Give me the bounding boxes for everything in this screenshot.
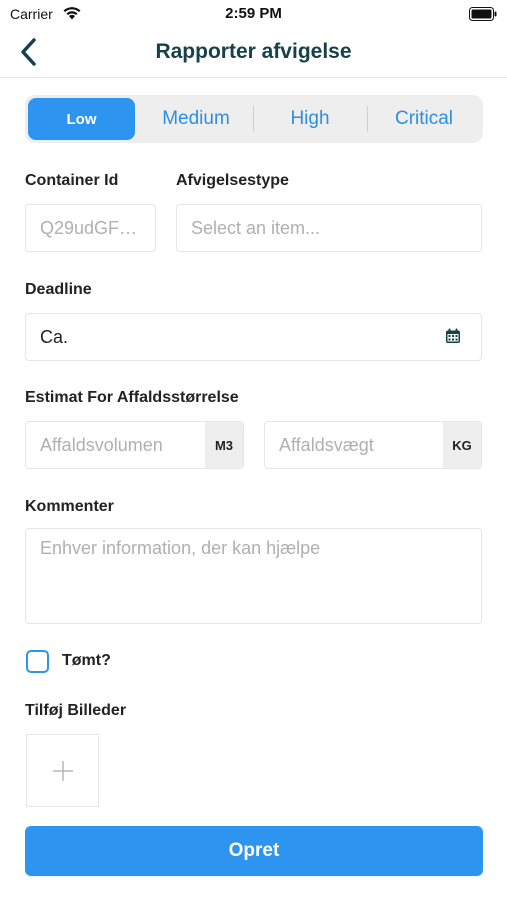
segment-divider bbox=[253, 106, 254, 132]
container-id-input[interactable]: Q29udGF… bbox=[25, 204, 156, 252]
segment-divider bbox=[367, 106, 368, 132]
photos-label: Tilføj Billeder bbox=[25, 702, 127, 719]
nav-bar: Rapporter afvigelse bbox=[0, 28, 507, 78]
weight-placeholder: Affaldsvægt bbox=[279, 434, 374, 455]
segment-medium[interactable]: Medium bbox=[141, 98, 251, 140]
page-title: Rapporter afvigelse bbox=[155, 40, 352, 63]
container-id-label: Container Id bbox=[25, 172, 119, 189]
priority-segmented-control: Low Medium High Critical bbox=[25, 95, 483, 143]
estimate-label: Estimat For Affaldsstørrelse bbox=[25, 389, 239, 406]
emptied-label: Tømt? bbox=[62, 652, 111, 669]
volume-input[interactable]: Affaldsvolumen M3 bbox=[25, 421, 244, 469]
comment-label: Kommenter bbox=[25, 498, 114, 515]
volume-placeholder: Affaldsvolumen bbox=[40, 434, 163, 455]
volume-unit: M3 bbox=[205, 422, 243, 468]
submit-button[interactable]: Opret bbox=[25, 826, 483, 876]
segment-low[interactable]: Low bbox=[28, 98, 135, 140]
battery-icon bbox=[469, 7, 497, 21]
deadline-label: Deadline bbox=[25, 281, 92, 298]
deviation-type-label: Afvigelsestype bbox=[176, 172, 289, 189]
status-bar: Carrier 2:59 PM bbox=[0, 0, 507, 28]
deadline-value: Ca. bbox=[40, 326, 69, 347]
calendar-icon[interactable] bbox=[445, 328, 461, 344]
deviation-type-select[interactable]: Select an item... bbox=[176, 204, 482, 252]
deadline-field[interactable]: Ca. bbox=[25, 313, 482, 361]
add-photo-button[interactable] bbox=[26, 734, 99, 807]
clock: 2:59 PM bbox=[225, 5, 282, 22]
weight-unit: KG bbox=[443, 422, 481, 468]
container-id-placeholder: Q29udGF… bbox=[40, 217, 138, 238]
comment-textarea[interactable]: Enhver information, der kan hjælpe bbox=[25, 528, 482, 624]
plus-icon bbox=[53, 761, 73, 781]
deviation-type-placeholder: Select an item... bbox=[191, 217, 321, 238]
comment-placeholder: Enhver information, der kan hjælpe bbox=[40, 538, 321, 558]
segment-high[interactable]: High bbox=[255, 98, 365, 140]
weight-input[interactable]: Affaldsvægt KG bbox=[264, 421, 482, 469]
segment-critical[interactable]: Critical bbox=[369, 98, 479, 140]
emptied-checkbox[interactable] bbox=[26, 650, 49, 673]
